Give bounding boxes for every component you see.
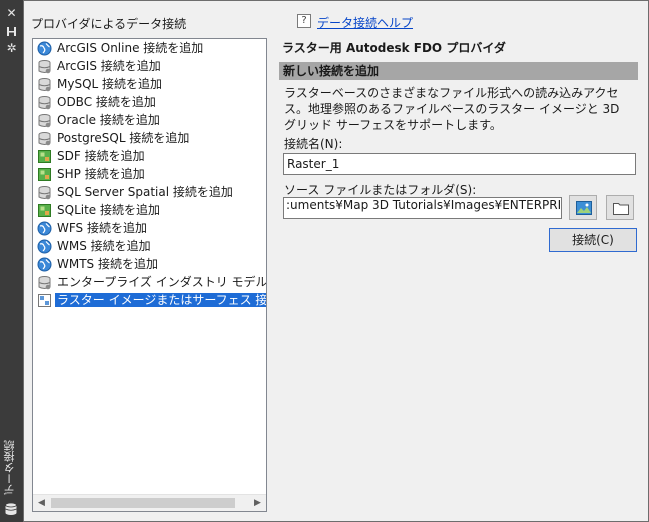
- connection-name-label: 接続名(N):: [284, 137, 343, 151]
- database-icon: [37, 77, 52, 92]
- connection-name-input[interactable]: [283, 153, 636, 175]
- provider-description: ラスターベースのさまざまなファイル形式への読み込みアクセス。地理参照のあるファイ…: [284, 86, 620, 132]
- provider-item-label: SDF 接続を追加: [57, 149, 145, 163]
- provider-title: ラスター用 Autodesk FDO プロバイダ: [282, 41, 506, 55]
- file-data-icon: [37, 149, 52, 164]
- provider-item-label: WMTS 接続を追加: [57, 257, 158, 271]
- provider-item[interactable]: WMTS 接続を追加: [33, 255, 266, 273]
- scroll-left-icon[interactable]: ◀: [33, 495, 50, 511]
- provider-item-label: ArcGIS 接続を追加: [57, 59, 161, 73]
- provider-item[interactable]: Oracle 接続を追加: [33, 111, 266, 129]
- provider-item[interactable]: ODBC 接続を追加: [33, 93, 266, 111]
- globe-icon: [37, 41, 52, 56]
- provider-item[interactable]: MySQL 接続を追加: [33, 75, 266, 93]
- globe-icon: [37, 221, 52, 236]
- database-icon: [37, 113, 52, 128]
- provider-item-label: ODBC 接続を追加: [57, 95, 156, 109]
- provider-item[interactable]: ラスター イメージまたはサーフェス 接続を追加: [33, 291, 266, 309]
- browse-file-button[interactable]: [569, 195, 597, 220]
- provider-item[interactable]: SQL Server Spatial 接続を追加: [33, 183, 266, 201]
- provider-item[interactable]: SHP 接続を追加: [33, 165, 266, 183]
- database-icon: [37, 59, 52, 74]
- scroll-right-icon[interactable]: ▶: [249, 495, 266, 511]
- provider-item-label: エンタープライズ インダストリ モデル 接続を追: [57, 275, 267, 289]
- provider-item-label: WMS 接続を追加: [57, 239, 151, 253]
- provider-item-label: ArcGIS Online 接続を追加: [57, 41, 204, 55]
- provider-item-label: MySQL 接続を追加: [57, 77, 163, 91]
- source-path-input[interactable]: :uments¥Map 3D Tutorials¥Images¥ENTERPRI…: [283, 197, 562, 219]
- provider-item-label: SQLite 接続を追加: [57, 203, 160, 217]
- database-icon: [37, 95, 52, 110]
- raster-icon: [37, 293, 52, 308]
- provider-item[interactable]: エンタープライズ インダストリ モデル 接続を追: [33, 273, 266, 291]
- provider-item[interactable]: SDF 接続を追加: [33, 147, 266, 165]
- source-label: ソース ファイルまたはフォルダ(S):: [284, 183, 477, 197]
- autohide-icon[interactable]: [4, 24, 19, 39]
- provider-item-label: ラスター イメージまたはサーフェス 接続を追加: [55, 293, 266, 307]
- connect-button[interactable]: 接続(C): [549, 228, 637, 252]
- data-connect-palette: プロバイダによるデータ接続 ArcGIS Online 接続を追加 ArcGIS …: [23, 0, 649, 522]
- provider-item[interactable]: ArcGIS Online 接続を追加: [33, 39, 266, 57]
- globe-icon: [37, 257, 52, 272]
- close-icon[interactable]: ✕: [4, 6, 19, 21]
- provider-tree[interactable]: ArcGIS Online 接続を追加 ArcGIS 接続を追加 MySQL 接続を…: [32, 38, 267, 512]
- horizontal-scrollbar[interactable]: ◀ ▶: [33, 494, 266, 511]
- provider-item[interactable]: WMS 接続を追加: [33, 237, 266, 255]
- provider-item-label: SQL Server Spatial 接続を追加: [57, 185, 233, 199]
- database-icon: [37, 185, 52, 200]
- scroll-thumb[interactable]: [51, 498, 235, 508]
- properties-icon[interactable]: ✲: [4, 41, 19, 56]
- folder-icon: [613, 203, 629, 215]
- image-file-icon: [576, 201, 592, 215]
- help-link[interactable]: データ接続ヘルプ: [317, 14, 413, 31]
- palette-title-strip: ✕ ✲ データ接続: [0, 0, 23, 522]
- palette-vertical-title[interactable]: データ接続: [2, 440, 20, 500]
- database-icon: [37, 131, 52, 146]
- section-header: 新しい接続を追加: [279, 62, 638, 80]
- help-icon[interactable]: ?: [297, 14, 311, 28]
- file-data-icon: [37, 203, 52, 218]
- provider-item-label: WFS 接続を追加: [57, 221, 147, 235]
- data-connect-icon: [4, 502, 18, 516]
- provider-item[interactable]: PostgreSQL 接続を追加: [33, 129, 266, 147]
- globe-icon: [37, 239, 52, 254]
- provider-item-label: Oracle 接続を追加: [57, 113, 160, 127]
- provider-item[interactable]: WFS 接続を追加: [33, 219, 266, 237]
- file-data-icon: [37, 167, 52, 182]
- database-icon: [37, 275, 52, 290]
- provider-item[interactable]: ArcGIS 接続を追加: [33, 57, 266, 75]
- panel-title: プロバイダによるデータ接続: [31, 17, 187, 31]
- provider-item-label: SHP 接続を追加: [57, 167, 145, 181]
- provider-item[interactable]: SQLite 接続を追加: [33, 201, 266, 219]
- browse-folder-button[interactable]: [606, 195, 634, 220]
- provider-item-label: PostgreSQL 接続を追加: [57, 131, 190, 145]
